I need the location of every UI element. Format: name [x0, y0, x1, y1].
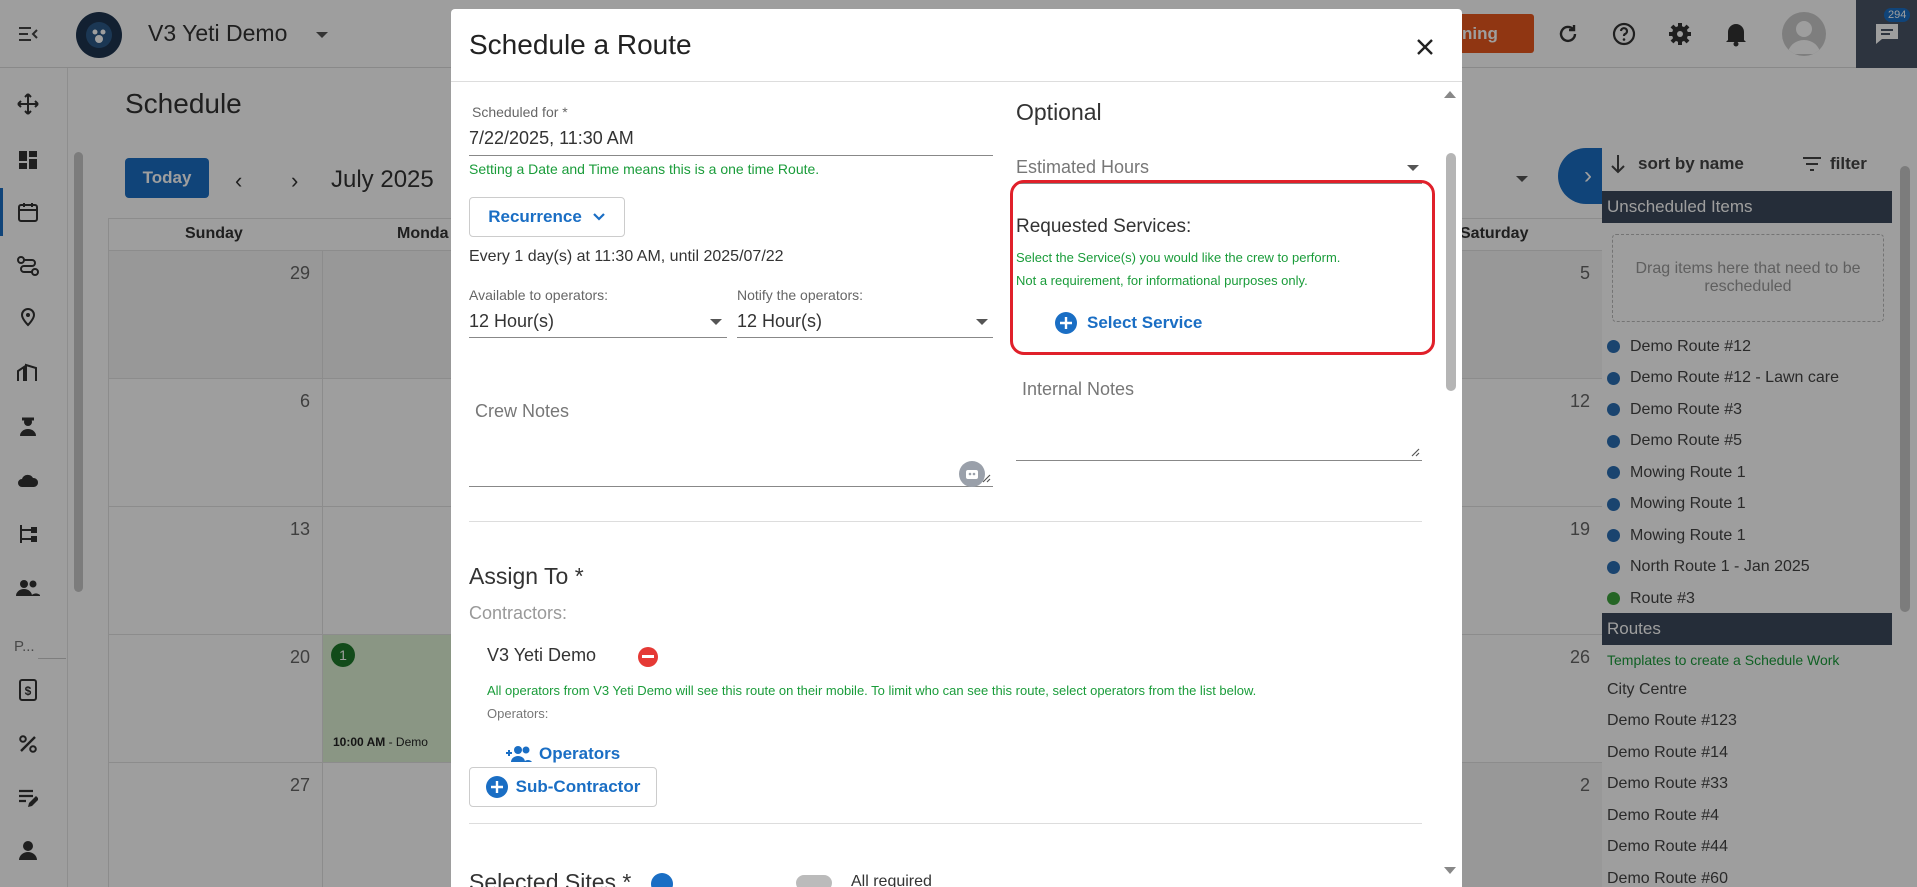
remove-contractor-icon[interactable]	[638, 647, 658, 667]
estimated-hours-select[interactable]: Estimated Hours	[1016, 157, 1149, 178]
close-icon[interactable]	[1413, 35, 1437, 59]
contractors-label: Contractors:	[469, 603, 568, 623]
scheduled-for-underline	[469, 155, 993, 156]
contractor-name: V3 Yeti Demo	[487, 645, 597, 665]
sub-contractor-label: Sub-Contractor	[515, 777, 641, 796]
available-select[interactable]: 12 Hour(s)	[469, 311, 554, 332]
modal-scroll-down-icon[interactable]	[1444, 867, 1456, 874]
estimated-hours-dropdown-icon[interactable]	[1407, 165, 1419, 171]
select-service-label: Select Service	[1087, 313, 1203, 332]
assign-to-title: Assign To *	[469, 563, 584, 589]
crew-notes-textarea[interactable]: Crew Notes	[469, 379, 993, 487]
section-divider	[469, 823, 1422, 824]
modal-scroll-up-icon[interactable]	[1444, 91, 1456, 98]
select-service-button[interactable]: Select Service	[1055, 312, 1202, 334]
chevron-down-icon	[593, 213, 605, 221]
plus-circle-icon	[485, 776, 508, 798]
requested-services-title: Requested Services:	[1016, 216, 1192, 237]
operators-label: Operators:	[487, 706, 549, 721]
operators-button[interactable]: Operators	[505, 744, 620, 764]
notify-underline	[737, 337, 993, 338]
modal-title: Schedule a Route	[469, 29, 692, 60]
available-underline	[469, 337, 727, 338]
all-required-toggle[interactable]	[796, 875, 832, 887]
optional-title: Optional	[1016, 99, 1102, 125]
resize-handle-icon[interactable]	[1410, 447, 1420, 457]
section-divider	[469, 521, 1422, 522]
info-icon[interactable]	[651, 873, 673, 887]
schedule-route-modal: Schedule a Route Scheduled for * 7/22/20…	[451, 9, 1462, 887]
add-users-icon	[506, 746, 532, 762]
recurrence-summary: Every 1 day(s) at 11:30 AM, until 2025/0…	[469, 248, 784, 265]
one-time-note: Setting a Date and Time means this is a …	[469, 161, 820, 177]
crew-notes-placeholder: Crew Notes	[475, 401, 570, 421]
notify-dropdown-icon[interactable]	[976, 319, 988, 325]
available-label: Available to operators:	[469, 287, 609, 303]
scheduled-for-label: Scheduled for *	[472, 104, 568, 120]
operators-button-label: Operators	[539, 744, 621, 763]
modal-scrollbar[interactable]	[1446, 153, 1456, 391]
internal-notes-textarea[interactable]: Internal Notes	[1016, 361, 1422, 461]
available-dropdown-icon[interactable]	[710, 319, 722, 325]
requested-services-note-1: Select the Service(s) you would like the…	[1016, 250, 1341, 265]
sub-contractor-button[interactable]: Sub-Contractor	[469, 767, 657, 807]
scheduled-for-input[interactable]: 7/22/2025, 11:30 AM	[469, 128, 634, 149]
notify-select[interactable]: 12 Hour(s)	[737, 311, 822, 332]
internal-notes-placeholder: Internal Notes	[1022, 379, 1135, 399]
operators-note: All operators from V3 Yeti Demo will see…	[487, 683, 1257, 698]
selected-sites-label: Selected Sites *	[469, 869, 632, 887]
requested-services-note-2: Not a requirement, for informational pur…	[1016, 273, 1308, 288]
plus-circle-icon	[1055, 312, 1077, 334]
notify-label: Notify the operators:	[737, 287, 864, 303]
recurrence-button[interactable]: Recurrence	[469, 197, 625, 237]
recurrence-label: Recurrence	[488, 207, 582, 226]
resize-handle-icon[interactable]	[981, 473, 991, 483]
modal-header-divider	[451, 81, 1462, 82]
all-required-label: All required	[851, 873, 932, 887]
